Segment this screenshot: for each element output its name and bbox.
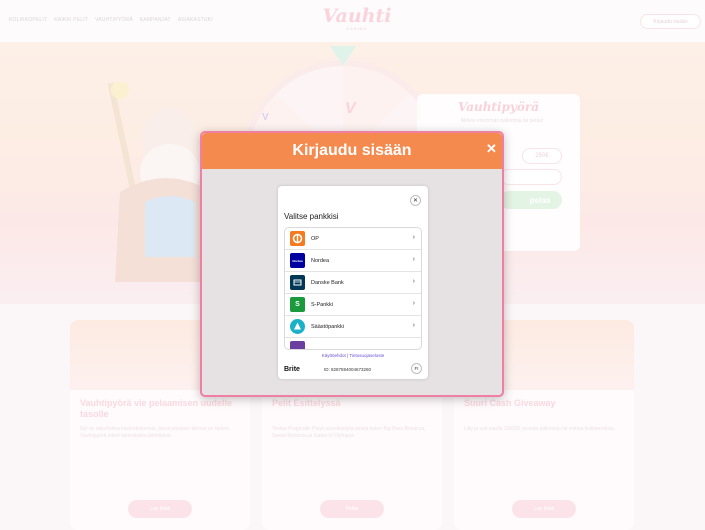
bank-name: Säästöpankki — [311, 323, 345, 330]
s-pankki-logo-icon: S — [290, 297, 305, 312]
bank-heading: Valitse pankkisi — [284, 212, 339, 221]
saastopankki-logo-icon — [290, 319, 305, 334]
close-icon[interactable]: ✕ — [486, 141, 497, 157]
bank-name: Danske Bank — [311, 279, 344, 286]
op-logo-icon — [290, 231, 305, 246]
bank-item-danske[interactable]: Danske Bank › — [285, 272, 421, 294]
bank-name: S-Pankki — [311, 301, 334, 308]
bank-selector: ✕ Valitse pankkisi OP › Nordea Nordea › … — [278, 186, 428, 379]
bank-item-nordea[interactable]: Nordea Nordea › — [285, 250, 421, 272]
bank-footer: Brite ID: 8287594004673260 FI — [284, 363, 422, 375]
bank-list[interactable]: OP › Nordea Nordea › Danske Bank › S S-P… — [284, 227, 422, 350]
bank-name: Nordea — [311, 257, 330, 264]
chevron-right-icon: › — [412, 322, 415, 329]
bank-close-icon[interactable]: ✕ — [410, 195, 421, 206]
session-id: ID: 8287594004673260 — [323, 366, 371, 372]
bank-logo-icon — [290, 341, 305, 349]
bank-item-saastopankki[interactable]: Säästöpankki › — [285, 316, 421, 338]
brite-logo: Brite — [284, 365, 300, 373]
bank-item-partial[interactable] — [285, 338, 421, 349]
modal-header: Kirjaudu sisään ✕ — [202, 133, 502, 169]
danske-logo-icon — [290, 275, 305, 290]
language-selector[interactable]: FI — [411, 363, 422, 374]
login-modal: Kirjaudu sisään ✕ ✕ Valitse pankkisi OP … — [200, 131, 504, 397]
terms-links[interactable]: Käyttöehdot | Tietosuojaseloste — [278, 353, 428, 358]
bank-item-s-pankki[interactable]: S S-Pankki › — [285, 294, 421, 316]
modal-title: Kirjaudu sisään — [292, 142, 412, 159]
chevron-right-icon: › — [412, 278, 415, 285]
chevron-right-icon: › — [412, 256, 415, 263]
bank-name: OP — [311, 235, 319, 242]
bank-item-op[interactable]: OP › — [285, 228, 421, 250]
nordea-logo-icon: Nordea — [290, 253, 305, 268]
chevron-right-icon: › — [412, 300, 415, 307]
chevron-right-icon: › — [412, 234, 415, 241]
